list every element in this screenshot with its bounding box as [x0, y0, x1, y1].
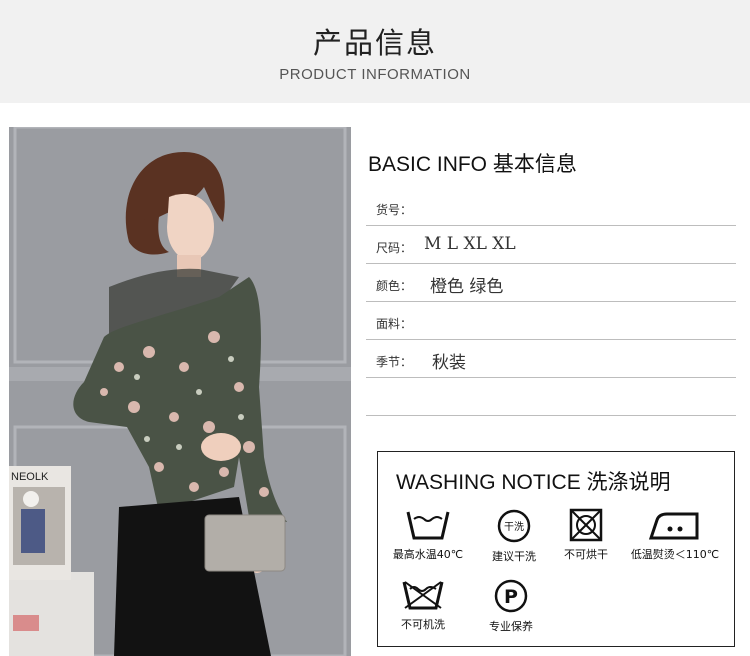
wash-tub-icon: [406, 511, 450, 540]
care-item-wash: 最高水温40℃: [383, 508, 473, 562]
professional-care-symbol: P: [504, 586, 518, 608]
low-temperature-iron-icon: [648, 512, 699, 540]
care-caption: 最高水温40℃: [392, 548, 464, 561]
washing-notice-title: WASHING NOTICE 洗涤说明: [396, 471, 671, 494]
product-photo: NEOLK: [9, 127, 351, 656]
info-row-blank: [366, 378, 736, 416]
dry-clean-icon: 干洗: [497, 509, 531, 543]
info-row-color: 颜色： 橙色 绿色: [366, 264, 736, 302]
section-subtitle: PRODUCT INFORMATION: [279, 66, 471, 83]
care-caption: 专业保养: [489, 620, 533, 633]
professional-care-icon: P: [494, 579, 528, 613]
info-label: 季节：: [376, 355, 413, 369]
info-row-season: 季节： 秋装: [366, 340, 736, 378]
info-label: 面料：: [376, 317, 413, 331]
section-title: 产品信息: [312, 26, 437, 60]
care-item-no-machine-wash: 不可机洗: [378, 578, 468, 632]
no-machine-wash-icon: [402, 581, 444, 610]
info-row-size: 尺码： M L XL XL: [366, 226, 736, 264]
care-item-no-tumble-dry: 不可烘干: [541, 508, 631, 562]
info-value: 秋装: [432, 353, 466, 373]
dry-clean-symbol: 干洗: [504, 521, 524, 533]
washing-notice-box: WASHING NOTICE 洗涤说明 最高水温40℃ 干洗 建议干洗 不可烘干…: [377, 451, 735, 647]
basic-info-title: BASIC INFO 基本信息: [368, 153, 577, 176]
info-label: 货号：: [376, 203, 413, 217]
magazine-text: NEOLK: [11, 471, 49, 483]
care-item-professional: P 专业保养: [466, 578, 556, 634]
info-label: 颜色：: [376, 279, 413, 293]
tumble-dry-prohibited-icon: [569, 508, 603, 542]
section-header: 产品信息 PRODUCT INFORMATION: [0, 0, 750, 103]
info-row-fabric: 面料：: [366, 302, 736, 340]
info-value: M L XL XL: [424, 234, 516, 254]
info-label: 尺码：: [376, 241, 413, 255]
care-caption: 低温熨烫＜110℃: [630, 548, 720, 561]
info-row-item-number: 货号：: [366, 188, 736, 226]
info-value: 橙色 绿色: [430, 277, 504, 297]
care-item-low-iron: 低温熨烫＜110℃: [630, 508, 720, 562]
care-caption: 不可机洗: [401, 618, 445, 631]
care-caption: 不可烘干: [564, 548, 608, 561]
